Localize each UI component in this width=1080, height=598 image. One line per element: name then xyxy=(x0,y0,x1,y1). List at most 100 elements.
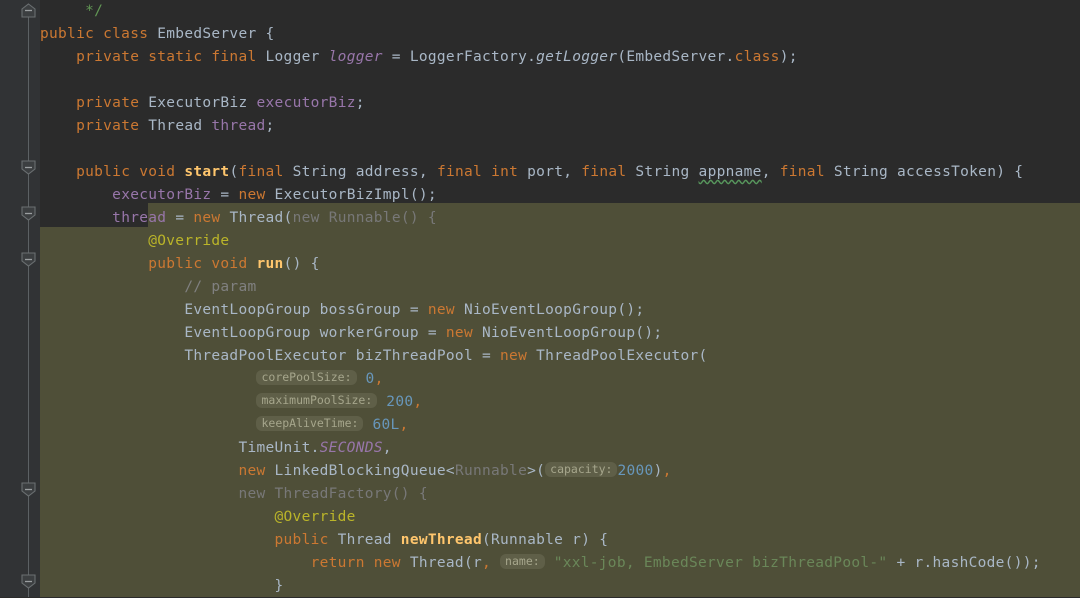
code-token: } xyxy=(274,578,284,594)
code-token: appname xyxy=(698,164,762,180)
code-token: new xyxy=(238,187,275,203)
code-token: new xyxy=(193,210,230,226)
code-line[interactable] xyxy=(40,138,1080,161)
code-token: >( xyxy=(527,463,546,479)
fold-region-line xyxy=(28,10,29,597)
code-line[interactable]: corePoolSize: 0, xyxy=(40,368,1080,391)
code-line[interactable]: @Override xyxy=(40,506,1080,529)
code-line[interactable]: ThreadPoolExecutor bizThreadPool = new T… xyxy=(40,345,1080,368)
code-token: ExecutorBiz xyxy=(148,95,257,111)
code-token: NioEventLoopGroup xyxy=(463,302,618,318)
code-token: = xyxy=(382,49,410,65)
code-line[interactable]: */ xyxy=(40,0,1080,23)
code-token: ); xyxy=(779,49,798,65)
code-token: , xyxy=(662,463,672,479)
code-token: () { xyxy=(283,256,320,272)
code-token: String xyxy=(635,164,699,180)
code-line[interactable]: public Thread newThread(Runnable r) { xyxy=(40,529,1080,552)
code-token: final xyxy=(581,164,636,180)
fold-start-marker[interactable] xyxy=(21,160,36,175)
code-token: getLogger xyxy=(536,49,618,65)
code-token: , xyxy=(382,440,392,456)
code-token: public xyxy=(274,532,338,548)
fold-end-marker[interactable] xyxy=(21,3,36,18)
fold-start-marker[interactable] xyxy=(21,252,36,267)
code-line[interactable]: public void run() { xyxy=(40,253,1080,276)
code-token: ; xyxy=(265,118,275,134)
code-token: bossGroup xyxy=(319,302,401,318)
code-token: run xyxy=(256,256,284,272)
code-token: bizThreadPool xyxy=(355,348,473,364)
code-line[interactable]: EventLoopGroup workerGroup = new NioEven… xyxy=(40,322,1080,345)
code-line[interactable]: public class EmbedServer { xyxy=(40,23,1080,46)
code-line[interactable]: } xyxy=(40,575,1080,598)
code-token: < xyxy=(445,463,455,479)
code-token: Thread xyxy=(337,532,401,548)
code-token: String xyxy=(833,164,897,180)
code-line[interactable]: public void start(final String address, … xyxy=(40,161,1080,184)
code-token: 60L xyxy=(372,417,400,433)
code-token: public class xyxy=(40,26,158,42)
code-line[interactable]: @Override xyxy=(40,230,1080,253)
code-token: (Runnable r) { xyxy=(481,532,609,548)
code-line[interactable]: new ThreadFactory() { xyxy=(40,483,1080,506)
code-line[interactable]: EventLoopGroup bossGroup = new NioEventL… xyxy=(40,299,1080,322)
code-token: Thread xyxy=(148,118,212,134)
code-line[interactable]: keepAliveTime: 60L, xyxy=(40,414,1080,437)
code-text-area[interactable]: */ public class EmbedServer { private sta… xyxy=(40,0,1080,597)
code-token: workerGroup xyxy=(319,325,419,341)
code-token: accessToken xyxy=(897,164,997,180)
editor-gutter[interactable] xyxy=(0,0,18,597)
code-token: new xyxy=(238,463,275,479)
code-token: , xyxy=(481,555,492,571)
code-token: (); xyxy=(617,302,645,318)
code-token: , xyxy=(761,164,780,180)
code-folding-rail[interactable] xyxy=(18,0,40,597)
code-token: new xyxy=(427,302,464,318)
code-token: NioEventLoopGroup xyxy=(482,325,636,341)
code-token: class xyxy=(734,49,780,65)
code-line[interactable]: private static final Logger logger = Log… xyxy=(40,46,1080,69)
code-line[interactable]: TimeUnit.SECONDS, xyxy=(40,437,1080,460)
code-token: , xyxy=(399,417,409,433)
code-line[interactable]: new LinkedBlockingQueue<Runnable>(capaci… xyxy=(40,460,1080,483)
code-token: ; xyxy=(355,95,365,111)
code-line[interactable]: return new Thread(r, name: "xxl-job, Emb… xyxy=(40,552,1080,575)
code-token: new ThreadFactory() { xyxy=(238,486,428,502)
inlay-parameter-hint: maximumPoolSize: xyxy=(256,393,378,408)
code-line[interactable]: executorBiz = new ExecutorBizImpl(); xyxy=(40,184,1080,207)
code-token: String xyxy=(292,164,356,180)
code-token: = xyxy=(418,325,446,341)
code-line[interactable]: // param xyxy=(40,276,1080,299)
code-editor[interactable]: */ public class EmbedServer { private sta… xyxy=(0,0,1080,597)
code-token: port, xyxy=(527,164,582,180)
code-line[interactable]: private ExecutorBiz executorBiz; xyxy=(40,92,1080,115)
code-line[interactable] xyxy=(40,69,1080,92)
code-token: EmbedServer xyxy=(157,26,266,42)
code-line[interactable]: private Thread thread; xyxy=(40,115,1080,138)
code-token: final xyxy=(779,164,834,180)
code-token: private static final xyxy=(76,49,266,65)
code-line[interactable]: thread = new Thread(new Runnable() { xyxy=(40,207,1080,230)
fold-start-marker[interactable] xyxy=(21,482,36,497)
inlay-parameter-hint: keepAliveTime: xyxy=(256,416,364,431)
code-token: (); xyxy=(409,187,437,203)
fold-start-marker[interactable] xyxy=(21,574,36,589)
code-line[interactable]: maximumPoolSize: 200, xyxy=(40,391,1080,414)
code-token: address, xyxy=(355,164,437,180)
code-token: return new xyxy=(310,555,410,571)
code-token: ThreadPoolExecutor xyxy=(184,348,356,364)
code-token: ( xyxy=(283,210,293,226)
fold-start-marker[interactable] xyxy=(21,206,36,221)
code-token: @Override xyxy=(148,233,230,249)
